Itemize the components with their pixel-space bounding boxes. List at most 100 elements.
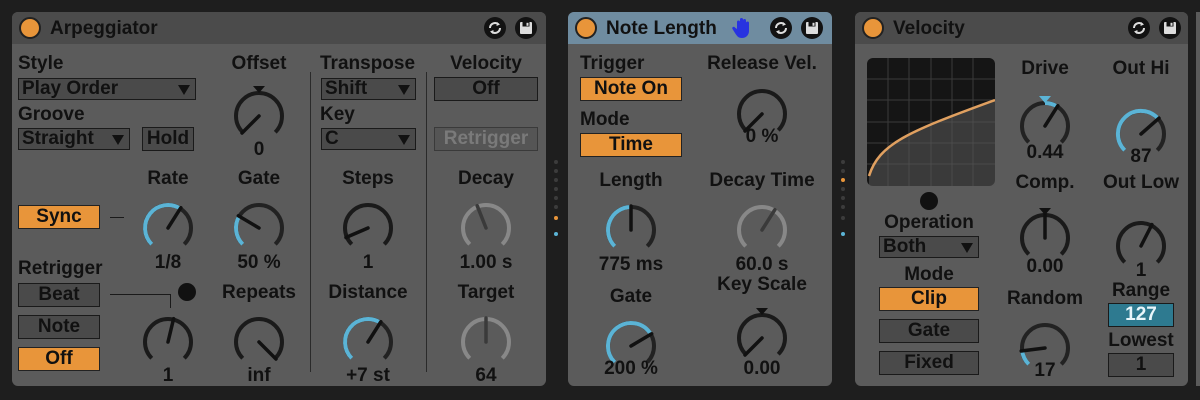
- length-knob[interactable]: [603, 200, 659, 256]
- retrigger-connector-drop: [170, 294, 171, 308]
- operation-dropdown[interactable]: Both: [879, 236, 979, 258]
- mode-button[interactable]: Time: [580, 133, 682, 157]
- transpose-label: Transpose: [320, 53, 416, 74]
- comp-label: Comp.: [1015, 172, 1075, 193]
- retrigger-rate-value: 1: [162, 365, 174, 386]
- hold-button[interactable]: Hold: [142, 127, 194, 151]
- save-preset-icon[interactable]: [515, 17, 537, 39]
- arpeggiator-power-button[interactable]: [19, 17, 41, 39]
- arpeggiator-titlebar: Arpeggiator: [12, 12, 546, 44]
- operation-label: Operation: [884, 212, 974, 233]
- style-dropdown[interactable]: Play Order: [18, 78, 196, 100]
- chevron-down-icon: [398, 135, 410, 145]
- velocity-curve-display[interactable]: [867, 58, 995, 186]
- curve-handle-icon[interactable]: [920, 192, 938, 210]
- random-label: Random: [1007, 288, 1083, 309]
- note-length-device: Note Length Trigger Note On Mode Time Re…: [568, 12, 832, 386]
- distance-label: Distance: [328, 282, 408, 303]
- out-hi-label: Out Hi: [1112, 58, 1170, 79]
- decay-knob[interactable]: [458, 198, 514, 254]
- chevron-down-icon: [398, 85, 410, 95]
- chevron-down-icon: [178, 85, 190, 95]
- retrigger-label: Retrigger: [18, 258, 103, 279]
- offset-knob[interactable]: [231, 86, 287, 142]
- velocity-titlebar: Velocity: [855, 12, 1188, 44]
- range-field[interactable]: 127: [1108, 303, 1174, 327]
- repeats-label: Repeats: [222, 282, 296, 303]
- key-scale-knob[interactable]: [734, 308, 790, 364]
- rate-knob[interactable]: [140, 198, 196, 254]
- retrigger-off-button[interactable]: Off: [18, 347, 100, 371]
- gate-label: Gate: [237, 168, 281, 189]
- repeats-value: inf: [247, 365, 271, 386]
- note-length-power-button[interactable]: [575, 17, 597, 39]
- groove-dropdown-value: Straight: [22, 128, 94, 149]
- chevron-down-icon: [112, 135, 124, 145]
- decay-time-knob[interactable]: [734, 200, 790, 256]
- mode-fixed-button[interactable]: Fixed: [879, 351, 979, 375]
- release-vel-value: 0 %: [745, 126, 779, 147]
- velocity-title: Velocity: [893, 18, 965, 39]
- decay-time-label: Decay Time: [709, 170, 815, 191]
- arp-section-divider-1: [310, 72, 311, 372]
- note-length-title: Note Length: [606, 18, 717, 39]
- key-label: Key: [320, 104, 355, 125]
- arpeggiator-device: Arpeggiator Style Play Order Groove Stra…: [12, 12, 546, 386]
- lowest-field[interactable]: 1: [1108, 353, 1174, 377]
- velocity-label: Velocity: [450, 53, 522, 74]
- comp-value: 0.00: [1026, 256, 1064, 277]
- target-knob[interactable]: [458, 312, 514, 368]
- hand-grab-icon: [732, 18, 749, 38]
- lowest-label: Lowest: [1108, 330, 1174, 351]
- rate-value: 1/8: [154, 252, 182, 273]
- mode-gate-button[interactable]: Gate: [879, 319, 979, 343]
- velocity-mode-label: Mode: [904, 264, 954, 285]
- sync-button[interactable]: Sync: [18, 205, 100, 229]
- distance-knob[interactable]: [340, 312, 396, 368]
- offset-label: Offset: [231, 53, 287, 74]
- groove-label: Groove: [18, 104, 85, 125]
- chevron-down-icon: [961, 243, 973, 253]
- target-value: 64: [475, 365, 497, 386]
- steps-knob[interactable]: [340, 198, 396, 254]
- transpose-dropdown-value: Shift: [325, 78, 368, 99]
- gate-knob[interactable]: [231, 198, 287, 254]
- arpeggiator-title: Arpeggiator: [50, 18, 158, 39]
- groove-dropdown[interactable]: Straight: [18, 128, 130, 150]
- drive-label: Drive: [1021, 58, 1069, 79]
- distance-value: +7 st: [346, 365, 390, 386]
- retrigger-beat-button[interactable]: Beat: [18, 283, 100, 307]
- decay-label: Decay: [458, 168, 514, 189]
- key-dropdown[interactable]: C: [321, 128, 416, 150]
- hot-swap-icon[interactable]: [484, 17, 506, 39]
- decay-time-value: 60.0 s: [735, 254, 789, 275]
- length-value: 775 ms: [598, 254, 664, 275]
- velocity-power-button[interactable]: [862, 17, 884, 39]
- retrigger-button[interactable]: Retrigger: [434, 127, 538, 151]
- transpose-dropdown[interactable]: Shift: [321, 78, 416, 100]
- hot-swap-icon[interactable]: [770, 17, 792, 39]
- trigger-button[interactable]: Note On: [580, 77, 682, 101]
- sync-connector-line: [110, 217, 124, 218]
- repeats-knob[interactable]: [231, 312, 287, 368]
- save-preset-icon[interactable]: [801, 17, 823, 39]
- key-dropdown-value: C: [325, 128, 339, 149]
- trigger-label: Trigger: [580, 53, 645, 74]
- style-label: Style: [18, 53, 64, 74]
- random-value: 17: [1034, 360, 1056, 381]
- out-low-value: 1: [1135, 260, 1147, 281]
- rate-label: Rate: [147, 168, 189, 189]
- velocity-button[interactable]: Off: [434, 77, 538, 101]
- save-preset-icon[interactable]: [1159, 17, 1181, 39]
- release-vel-label: Release Vel.: [707, 53, 817, 74]
- next-device-edge: [1196, 12, 1200, 386]
- retrigger-note-button[interactable]: Note: [18, 315, 100, 339]
- velocity-device: Velocity Operation Both Mode Clip Gate F…: [855, 12, 1188, 386]
- retrigger-rate-knob[interactable]: [140, 312, 196, 368]
- mode-label: Mode: [580, 109, 630, 130]
- steps-value: 1: [362, 252, 374, 273]
- hot-swap-icon[interactable]: [1128, 17, 1150, 39]
- note-gate-value: 200 %: [604, 358, 658, 379]
- mode-clip-button[interactable]: Clip: [879, 287, 979, 311]
- note-length-titlebar: Note Length: [568, 12, 832, 44]
